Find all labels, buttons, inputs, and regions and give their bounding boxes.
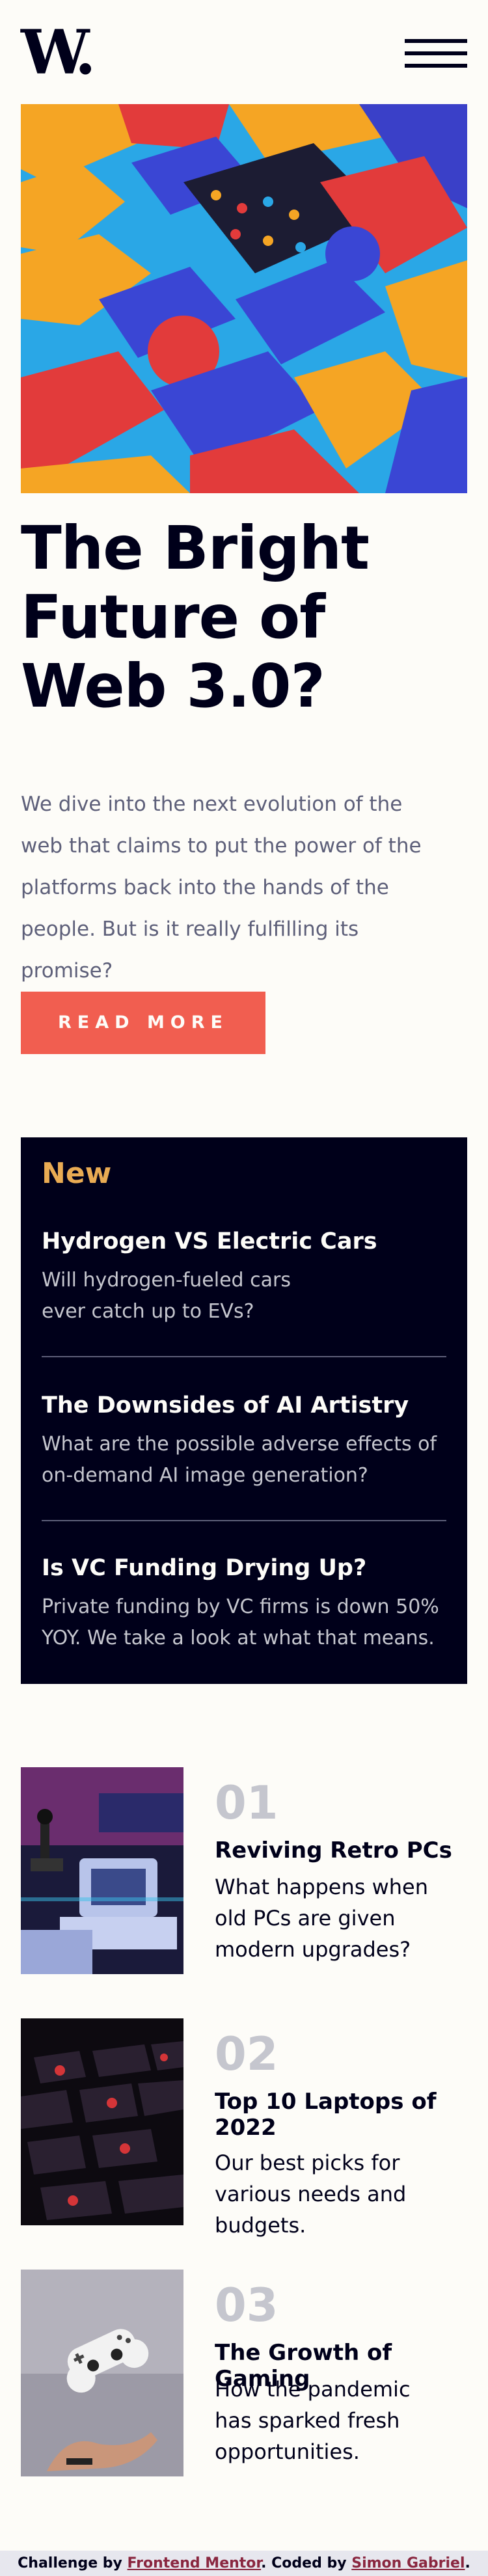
retro-pc-image[interactable] xyxy=(21,1767,183,1974)
article-card: 02 Top 10 Laptops of 2022 Our best picks… xyxy=(21,2018,467,2238)
news-item: Hydrogen VS Electric Cars Will hydrogen-… xyxy=(42,1227,446,1327)
news-item-text: Private funding by VC firms is down 50% … xyxy=(42,1595,439,1649)
news-item: The Downsides of AI Artistry What are th… xyxy=(42,1391,446,1491)
hamburger-menu-icon[interactable] xyxy=(405,39,467,68)
site-header: W. xyxy=(21,22,467,83)
abstract-3d-shapes-image xyxy=(21,104,467,493)
article-number: 03 xyxy=(215,2279,278,2332)
article-card: 01 Reviving Retro PCs What happens when … xyxy=(21,1767,467,1974)
new-articles-panel: New Hydrogen VS Electric Cars Will hydro… xyxy=(21,1137,467,1684)
news-item-title[interactable]: Hydrogen VS Electric Cars xyxy=(42,1227,446,1256)
article-card: 03 The Growth of Gaming How the pandemic… xyxy=(21,2270,467,2476)
attribution-footer: Challenge by Frontend Mentor. Coded by S… xyxy=(0,2551,488,2576)
divider xyxy=(42,1356,446,1357)
article-description: What happens when old PCs are given mode… xyxy=(215,1875,428,1962)
news-item-title[interactable]: The Downsides of AI Artistry xyxy=(42,1391,446,1420)
attribution-suffix: . xyxy=(465,2555,470,2571)
article-number: 01 xyxy=(215,1776,278,1830)
news-item-text: Will hydrogen-fueled cars ever catch up … xyxy=(42,1269,291,1323)
menu-bar xyxy=(405,39,467,43)
article-title[interactable]: Reviving Retro PCs xyxy=(215,1837,467,1864)
news-item-text: What are the possible adverse effects of… xyxy=(42,1433,437,1487)
attribution-middle: . Coded by xyxy=(261,2555,352,2571)
attribution-prefix: Challenge by xyxy=(18,2555,128,2571)
author-link[interactable]: Simon Gabriel xyxy=(351,2555,465,2571)
news-item-title[interactable]: Is VC Funding Drying Up? xyxy=(42,1554,446,1582)
read-more-button[interactable]: READ MORE xyxy=(21,992,265,1054)
game-controller-image[interactable] xyxy=(21,2270,183,2476)
hero-description: We dive into the next evolution of the w… xyxy=(21,793,422,983)
news-item: Is VC Funding Drying Up? Private funding… xyxy=(42,1554,446,1654)
article-description: Our best picks for various needs and bud… xyxy=(215,2150,407,2238)
article-description: How the pandemic has sparked fresh oppor… xyxy=(215,2377,411,2464)
article-number: 02 xyxy=(215,2027,278,2081)
menu-bar xyxy=(405,51,467,55)
hero-title: The Bright Future of Web 3.0? xyxy=(21,513,370,721)
site-logo[interactable]: W. xyxy=(21,22,96,83)
article-title[interactable]: Top 10 Laptops of 2022 xyxy=(215,2089,467,2141)
divider xyxy=(42,1520,446,1521)
new-heading: New xyxy=(42,1157,112,1190)
laptop-keyboard-image[interactable] xyxy=(21,2018,183,2225)
menu-bar xyxy=(405,64,467,68)
frontend-mentor-link[interactable]: Frontend Mentor xyxy=(128,2555,262,2571)
